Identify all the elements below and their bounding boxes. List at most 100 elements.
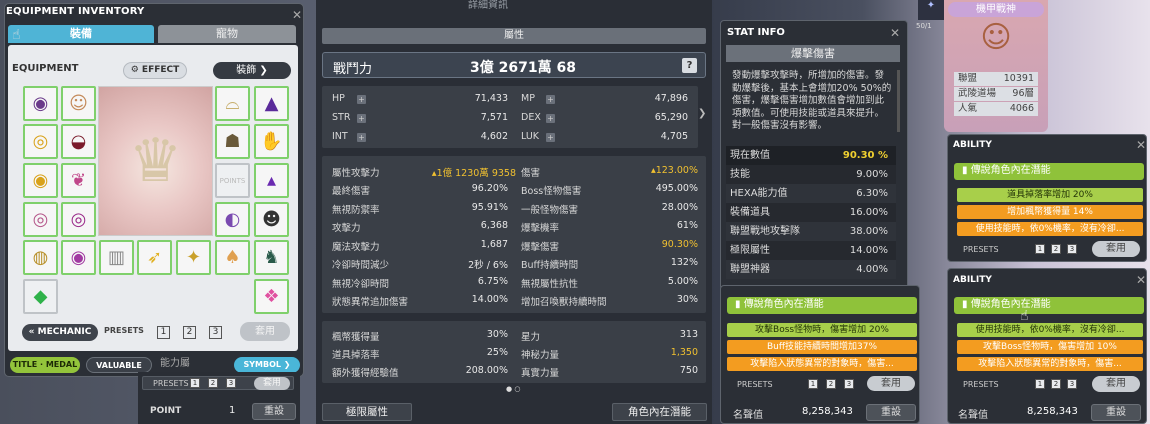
plus-icon[interactable]: + — [546, 114, 555, 123]
pet-icon: ☻ — [262, 209, 281, 230]
stat-value: 750 — [679, 365, 698, 376]
plus-icon[interactable]: + — [357, 133, 366, 142]
stat-info-title: STAT INFO — [727, 27, 785, 38]
slot-pocket[interactable]: ❖ — [254, 279, 289, 314]
preset-2-button[interactable]: 2 — [1051, 244, 1061, 254]
slot-boots[interactable]: ♞ — [254, 240, 289, 275]
effect-button[interactable]: ⚙ EFFECT — [123, 62, 187, 79]
prism-icon: ❖ — [263, 286, 280, 307]
slot-ring[interactable]: ◎ — [23, 202, 58, 237]
help-button[interactable]: ? — [682, 58, 697, 73]
tab-pet[interactable]: 寵物 — [158, 25, 296, 43]
reset-button[interactable]: 重設 — [866, 404, 916, 421]
chevron-right-icon[interactable]: ❯ — [698, 108, 706, 119]
close-icon[interactable]: ✕ — [292, 8, 302, 22]
slot-subweapon[interactable]: ➶ — [137, 240, 172, 275]
slot-android[interactable]: ⌓ — [215, 86, 250, 121]
current-value: 90.30 % — [842, 150, 888, 161]
preset-3-button[interactable]: 3 — [1067, 244, 1077, 254]
plus-icon[interactable]: + — [357, 95, 366, 104]
apply-button[interactable]: 套用 — [254, 377, 290, 390]
valuable-button[interactable]: VALUABLE — [86, 357, 152, 373]
slot-weapon[interactable]: ▥ — [99, 240, 134, 275]
close-icon[interactable]: ✕ — [1136, 273, 1146, 287]
stat-source-value: 6.30% — [856, 188, 888, 199]
mushroom-icon: ♠ — [224, 247, 241, 268]
preset-1-button[interactable]: 1 — [157, 326, 170, 339]
fan-icon: ⌓ — [225, 93, 240, 114]
plus-icon[interactable]: + — [546, 95, 555, 104]
limit-stats-button[interactable]: 極限屬性 — [322, 403, 412, 421]
tab-pet-label: 寵物 — [216, 27, 238, 40]
preset-1-button[interactable]: 1 — [190, 378, 200, 388]
inner-potential-button[interactable]: 角色內在潛能 — [612, 403, 707, 421]
ability-header: ▮ 傳說角色內在潛能 — [954, 163, 1144, 180]
hand-cursor-icon: ☝ — [12, 27, 21, 43]
slot-glove[interactable]: ✋ — [254, 124, 289, 159]
close-icon[interactable]: ✕ — [1136, 138, 1146, 152]
preset-3-button[interactable]: 3 — [1067, 379, 1077, 389]
stat-value: 30% — [486, 329, 508, 340]
profile-value: 96層 — [1012, 88, 1034, 99]
preset-2-button[interactable]: 2 — [826, 379, 836, 389]
slot-pendant[interactable]: ❦ — [61, 163, 96, 198]
reset-button[interactable]: 重設 — [252, 403, 296, 420]
preset-1-button[interactable]: 1 — [1035, 244, 1045, 254]
ring-icon: ◉ — [32, 170, 49, 191]
cannon-icon: ▥ — [107, 247, 125, 268]
slot-top[interactable]: ☗ — [215, 124, 250, 159]
slot-earring[interactable]: ◉ — [61, 240, 96, 275]
slot-badge[interactable]: ✦ — [176, 240, 211, 275]
scrollbar[interactable] — [897, 70, 900, 132]
current-value-label: 現在數值 — [730, 150, 770, 161]
slot-pet[interactable]: ☻ — [254, 202, 289, 237]
effect-label: EFFECT — [141, 65, 180, 75]
slot-ring[interactable]: ◉ — [23, 86, 58, 121]
presets-label: PRESETS — [963, 245, 999, 254]
slot-pendant[interactable]: ◎ — [61, 202, 96, 237]
slot-ring[interactable]: ◎ — [23, 124, 58, 159]
profile-value: 10391 — [1003, 73, 1034, 84]
stat-info-description: 發動爆擊攻擊時，所增加的傷害。發動爆擊後，基本上會增加20% 50%的傷害，爆擊… — [732, 70, 892, 131]
slot-cape[interactable]: ▲ — [254, 86, 289, 121]
decoration-button[interactable]: 裝飾 ❯ — [213, 62, 291, 79]
close-icon[interactable]: ✕ — [890, 26, 900, 40]
preset-1-button[interactable]: 1 — [808, 379, 818, 389]
preset-2-button[interactable]: 2 — [183, 326, 196, 339]
mechanic-button[interactable]: « MECHANIC — [22, 324, 98, 341]
slot-shoulder[interactable]: ◐ — [215, 202, 250, 237]
apply-button[interactable]: 套用 — [240, 322, 290, 341]
preset-2-button[interactable]: 2 — [1051, 379, 1061, 389]
slot-face[interactable]: ☺ — [61, 86, 96, 121]
profile-stats: 聯盟 10391 武陵道場 96層 人氣 4066 — [954, 72, 1038, 117]
stat-source-label: HEXA能力值 — [730, 188, 788, 199]
preset-1-button[interactable]: 1 — [1035, 379, 1045, 389]
apply-button[interactable]: 套用 — [867, 376, 915, 391]
preset-3-button[interactable]: 3 — [844, 379, 854, 389]
presets-label: PRESETS — [963, 380, 999, 389]
reset-button[interactable]: 重設 — [1091, 404, 1141, 421]
decoration-label: 裝飾 — [236, 65, 257, 76]
slot-pocket[interactable]: ◍ — [23, 240, 58, 275]
plus-icon[interactable]: + — [546, 133, 555, 142]
preset-2-button[interactable]: 2 — [208, 378, 218, 388]
tab-equipment[interactable]: 裝備 — [8, 25, 154, 43]
slot-emblem[interactable]: ◆ — [23, 279, 58, 314]
slot-hat[interactable]: ▴ — [254, 163, 289, 198]
apply-button[interactable]: 套用 — [1092, 241, 1140, 257]
slot-ring[interactable]: ◉ — [23, 163, 58, 198]
attack-value: ▴1億 1230萬 9358 — [431, 168, 516, 179]
plus-icon[interactable]: + — [357, 114, 366, 123]
page-dots[interactable]: ● ○ — [506, 385, 520, 393]
title-medal-button[interactable]: TITLE · MEDAL — [10, 357, 80, 373]
stat-value: 96.20% — [471, 183, 508, 194]
symbol-button[interactable]: SYMBOL ❯ — [234, 357, 300, 373]
earring-icon: ◉ — [70, 247, 87, 268]
slot-hat[interactable]: ◒ — [61, 124, 96, 159]
slot-empty[interactable]: POINTS — [215, 163, 250, 198]
slot-heart[interactable]: ♠ — [215, 240, 250, 275]
preset-3-button[interactable]: 3 — [226, 378, 236, 388]
preset-3-button[interactable]: 3 — [209, 326, 222, 339]
witch-hat-icon: ▴ — [266, 170, 277, 191]
apply-button[interactable]: 套用 — [1092, 376, 1140, 392]
